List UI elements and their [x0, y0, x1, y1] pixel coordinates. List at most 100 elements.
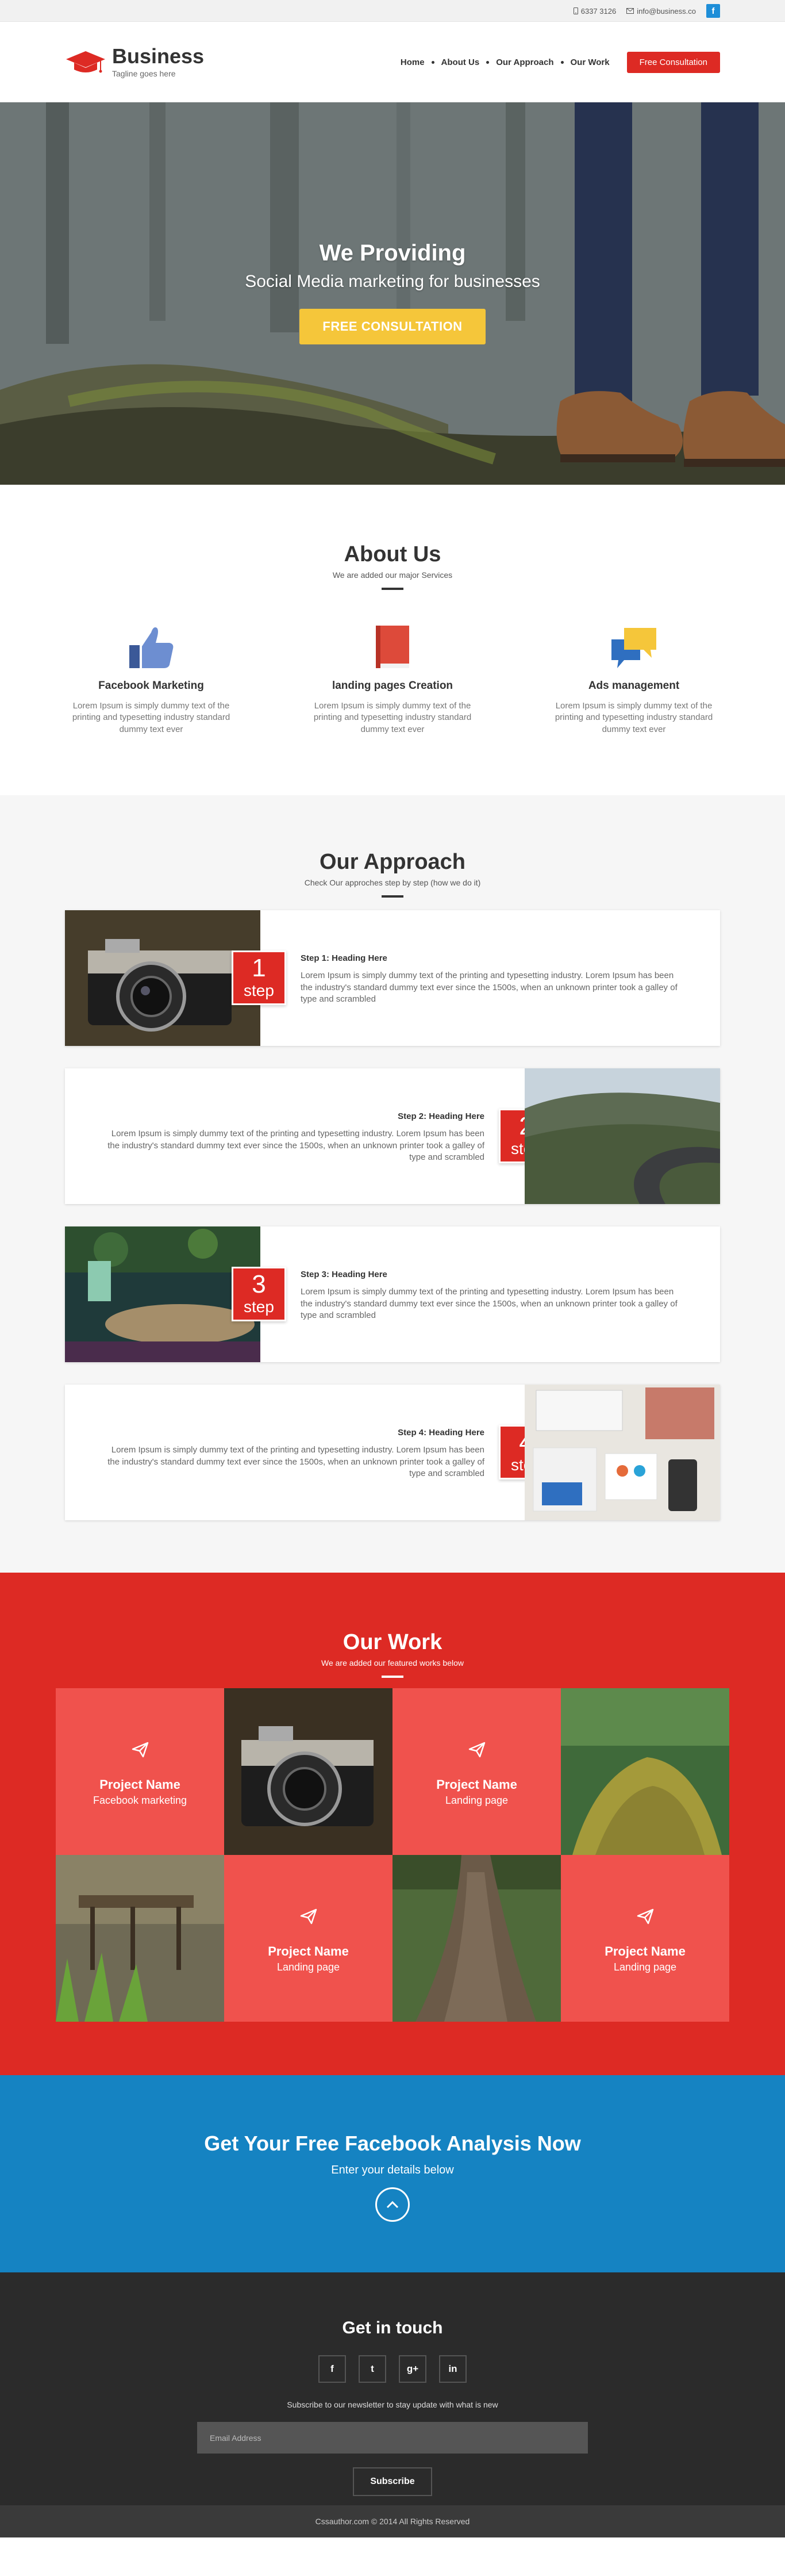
step-badge: 1 step [232, 950, 286, 1005]
paper-plane-icon [468, 1742, 485, 1758]
brand-name: Business [112, 44, 205, 68]
work-forest-path-photo[interactable] [392, 1855, 561, 2022]
project-tile[interactable]: Project Name Landing page [224, 1855, 392, 2022]
brand-tagline: Tagline goes here [112, 69, 176, 78]
nav-our-work[interactable]: Our Work [571, 57, 610, 67]
step-word: step [244, 1298, 274, 1316]
cta-title: Get Your Free Facebook Analysis Now [204, 2132, 581, 2155]
service-title: landing pages Creation [332, 680, 453, 692]
service-landing-pages: landing pages Creation Lorem Ipsum is si… [306, 619, 479, 735]
hero-consultation-button[interactable]: FREE CONSULTATION [299, 309, 486, 344]
facebook-icon[interactable]: f [706, 4, 720, 18]
paper-plane-icon [637, 1908, 653, 1925]
site-header: Business Tagline goes here Home About Us… [0, 22, 785, 102]
project-category: Facebook marketing [93, 1795, 187, 1806]
step-text: Lorem Ipsum is simply dummy text of the … [301, 971, 678, 1004]
step-text: Lorem Ipsum is simply dummy text of the … [301, 1287, 678, 1320]
step-heading: Step 3: Heading Here [301, 1270, 387, 1279]
subscribe-button[interactable]: Subscribe [353, 2467, 432, 2496]
service-description: Lorem Ipsum is simply dummy text of the … [313, 701, 472, 734]
email-address: info@business.co [637, 6, 696, 16]
project-category: Landing page [445, 1795, 509, 1806]
step-text: Lorem Ipsum is simply dummy text of the … [107, 1445, 484, 1478]
project-name: Project Name [605, 1944, 686, 1958]
heading-divider [382, 588, 403, 590]
nav-about-us[interactable]: About Us [441, 57, 480, 67]
approach-subtitle: Check Our approches step by step (how we… [304, 878, 481, 887]
approach-step-4: Step 4: Heading Here Lorem Ipsum is simp… [65, 1385, 720, 1520]
expand-form-button[interactable] [375, 2187, 410, 2222]
about-subtitle: We are added our major Services [332, 570, 453, 580]
work-camera-photo[interactable] [224, 1688, 392, 1855]
work-mossy-rock-photo[interactable] [561, 1688, 729, 1855]
email-contact[interactable]: info@business.co [626, 7, 696, 16]
twitter-icon[interactable]: t [359, 2355, 386, 2383]
step-text: Lorem Ipsum is simply dummy text of the … [107, 1129, 484, 1162]
heading-divider [382, 1676, 403, 1678]
project-tile[interactable]: Project Name Facebook marketing [56, 1688, 224, 1855]
project-tile[interactable]: Project Name Landing page [561, 1855, 729, 2022]
hero-banner: We Providing Social Media marketing for … [0, 102, 785, 485]
copyright-bar: Cssauthor.com © 2014 All Rights Reserved [0, 2505, 785, 2537]
brand-logo[interactable]: Business Tagline goes here [65, 46, 204, 78]
facebook-icon[interactable]: f [318, 2355, 346, 2383]
graduation-cap-icon [66, 51, 105, 73]
project-category: Landing page [276, 1961, 340, 1973]
approach-section: Our Approach Check Our approches step by… [0, 795, 785, 1573]
cta-subtitle: Enter your details below [331, 2164, 454, 2176]
phone-contact: 6337 3126 [573, 6, 617, 16]
step-number: 3 [252, 1270, 266, 1298]
service-description: Lorem Ipsum is simply dummy text of the … [72, 701, 230, 734]
step-word: step [244, 982, 274, 999]
nav-separator [560, 60, 564, 64]
book-icon [376, 626, 409, 668]
top-bar: 6337 3126 info@business.co f [0, 0, 785, 22]
heading-divider [382, 895, 403, 898]
cafe-photo [65, 1226, 260, 1362]
phone-icon [573, 7, 578, 14]
mountain-road-photo [525, 1068, 720, 1204]
linkedin-icon[interactable]: in [439, 2355, 467, 2383]
chat-bubbles-icon [611, 628, 656, 668]
facebook-analysis-cta: Get Your Free Facebook Analysis Now Ente… [0, 2075, 785, 2272]
project-name: Project Name [268, 1944, 349, 1958]
project-tile[interactable]: Project Name Landing page [392, 1688, 561, 1855]
social-links: f t g+ in [0, 2355, 785, 2383]
main-nav: Home About Us Our Approach Our Work Free… [401, 51, 720, 73]
nav-separator [486, 60, 490, 64]
nav-home[interactable]: Home [401, 57, 425, 67]
about-section: About Us We are added our major Services… [0, 485, 785, 795]
paper-plane-icon [300, 1908, 317, 1925]
service-title: Facebook Marketing [98, 680, 204, 692]
hero-subtitle: Social Media marketing for businesses [245, 272, 540, 291]
service-title: Ads management [588, 680, 680, 692]
step-heading: Step 4: Heading Here [398, 1428, 484, 1438]
footer-title: Get in touch [342, 2318, 443, 2337]
service-facebook-marketing: Facebook Marketing Lorem Ipsum is simply… [65, 619, 237, 735]
approach-step-1: 1 step Step 1: Heading Here Lorem Ipsum … [65, 910, 720, 1046]
envelope-icon [626, 8, 634, 14]
chevron-up-icon [386, 2201, 399, 2209]
approach-step-3: 3 step Step 3: Heading Here Lorem Ipsum … [65, 1226, 720, 1362]
work-title: Our Work [343, 1630, 442, 1654]
phone-number: 6337 3126 [580, 6, 617, 16]
work-subtitle: We are added our featured works below [321, 1658, 464, 1667]
about-title: About Us [344, 542, 441, 566]
our-work-section: Our Work We are added our featured works… [0, 1573, 785, 2075]
google-plus-icon[interactable]: g+ [399, 2355, 426, 2383]
thumbs-up-icon [129, 627, 174, 668]
nav-separator [431, 60, 434, 64]
approach-step-2: Step 2: Heading Here Lorem Ipsum is simp… [65, 1068, 720, 1204]
free-consultation-button[interactable]: Free Consultation [626, 51, 720, 73]
email-input[interactable] [197, 2422, 588, 2454]
step-badge: 3 step [232, 1267, 286, 1321]
service-description: Lorem Ipsum is simply dummy text of the … [555, 701, 713, 734]
contact-footer: Get in touch f t g+ in Subscribe to our … [0, 2272, 785, 2505]
camera-photo [65, 910, 260, 1046]
step-number: 1 [252, 954, 266, 982]
work-pier-photo[interactable] [56, 1855, 224, 2022]
approach-title: Our Approach [319, 850, 466, 874]
nav-our-approach[interactable]: Our Approach [496, 57, 553, 67]
paper-plane-icon [132, 1742, 148, 1758]
project-category: Landing page [613, 1961, 677, 1973]
